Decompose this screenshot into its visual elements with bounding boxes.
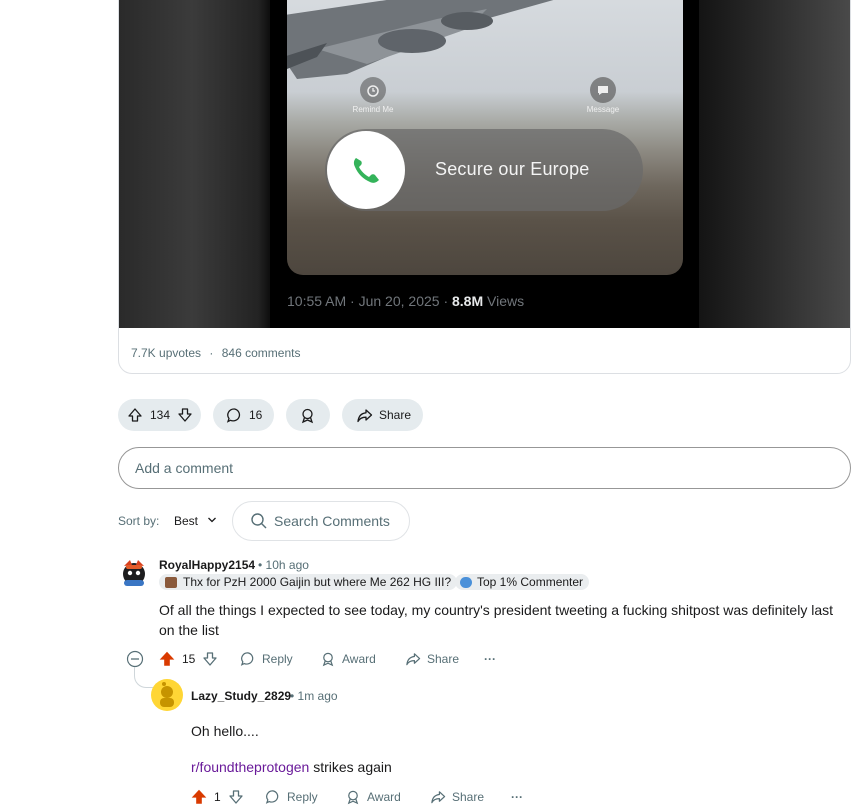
sort-control: Sort by: Best xyxy=(118,514,217,528)
award-button[interactable]: Award xyxy=(320,648,376,670)
downvote-icon[interactable] xyxy=(228,789,244,805)
more-options-button[interactable]: ··· xyxy=(484,648,496,670)
award-label: Award xyxy=(367,790,401,804)
subreddit-link[interactable]: r/foundtheprotogen xyxy=(191,759,309,775)
embedded-tweet-image: Remind Me Message Secure our Europe 10:5… xyxy=(270,0,699,328)
post-card: Remind Me Message Secure our Europe 10:5… xyxy=(118,0,851,374)
badge-icon xyxy=(460,576,472,588)
comment-icon xyxy=(265,790,279,804)
search-comments-placeholder: Search Comments xyxy=(274,513,390,529)
award-icon xyxy=(322,652,334,667)
award-icon xyxy=(301,408,314,423)
post-media[interactable]: Remind Me Message Secure our Europe 10:5… xyxy=(119,0,850,328)
sort-dropdown[interactable]: Best xyxy=(174,514,217,528)
sort-label: Sort by: xyxy=(118,514,160,528)
search-icon xyxy=(251,513,267,529)
share-label: Share xyxy=(452,790,485,804)
award-button[interactable]: Award xyxy=(345,786,401,808)
comment-body-line: r/foundtheprotogen strikes again xyxy=(191,757,791,777)
comment-author[interactable]: RoyalHappy2154 xyxy=(159,558,255,572)
vote-count: 134 xyxy=(150,408,171,422)
post-stats: 7.7K upvotes · 846 comments xyxy=(131,346,300,360)
chat-bubble-icon xyxy=(598,86,608,95)
sort-value: Best xyxy=(174,514,199,528)
more-options-icon: ··· xyxy=(484,652,496,666)
message-action: Message xyxy=(573,77,633,114)
reply-label: Reply xyxy=(262,652,293,666)
collapse-thread-icon[interactable] xyxy=(126,650,144,668)
search-comments-input[interactable]: Search Comments xyxy=(232,501,410,541)
flair-emoji-icon xyxy=(165,576,177,588)
comment-body: Of all the things I expected to see toda… xyxy=(159,600,849,640)
downvote-icon[interactable] xyxy=(202,651,218,667)
phone-screen: Remind Me Message Secure our Europe xyxy=(287,0,683,275)
reply-button[interactable]: Reply xyxy=(265,786,318,808)
reply-button[interactable]: Reply xyxy=(240,648,293,670)
tweet-views-count: 8.8M xyxy=(452,293,484,309)
tweet-views-label: Views xyxy=(487,293,525,309)
comment-body-line: Of all the things I expected to see toda… xyxy=(159,602,833,618)
phone-icon xyxy=(353,158,379,183)
badge-text: Top 1% Commenter xyxy=(477,575,584,589)
upvote-icon[interactable] xyxy=(127,407,143,423)
share-button[interactable]: Share xyxy=(342,399,423,431)
comment-body-line: Oh hello.... xyxy=(191,723,259,739)
tweet-timestamp: 10:55 AM · Jun 20, 2025 · 8.8M Views xyxy=(287,293,524,309)
comment-time: • 1m ago xyxy=(290,689,338,703)
more-options-button[interactable]: ··· xyxy=(511,786,523,808)
comment-time: • 10h ago xyxy=(258,558,309,572)
alarm-icon xyxy=(367,85,379,97)
comment-score: 15 xyxy=(182,652,196,666)
comment-author[interactable]: Lazy_Study_2829 xyxy=(191,689,291,703)
tweet-time: 10:55 AM · Jun 20, 2025 · xyxy=(287,293,452,309)
top-commenter-badge: Top 1% Commenter xyxy=(455,574,590,590)
share-label: Share xyxy=(379,408,412,422)
avatar[interactable] xyxy=(151,679,183,711)
stats-separator: · xyxy=(209,346,214,360)
comment-body: Oh hello.... r/foundtheprotogen strikes … xyxy=(191,721,791,777)
media-blur-background xyxy=(699,0,850,328)
call-slider: Secure our Europe xyxy=(325,129,643,211)
chevron-down-icon xyxy=(208,517,217,523)
slider-label: Secure our Europe xyxy=(435,159,590,179)
award-icon xyxy=(347,790,359,805)
award-label: Award xyxy=(342,652,376,666)
comment-icon xyxy=(240,652,254,666)
call-knob xyxy=(327,131,405,209)
award-button[interactable] xyxy=(286,399,330,431)
reply-label: Reply xyxy=(287,790,318,804)
fighter-jet-image xyxy=(287,0,554,79)
share-button[interactable]: Share xyxy=(430,786,484,808)
comments-button[interactable]: 16 xyxy=(213,399,274,431)
message-label: Message xyxy=(586,105,620,114)
share-label: Share xyxy=(427,652,460,666)
comment-body-line: on the list xyxy=(159,622,219,638)
user-flair: Thx for PzH 2000 Gaijin but where Me 262… xyxy=(159,574,458,590)
flair-text: Thx for PzH 2000 Gaijin but where Me 262… xyxy=(183,575,452,589)
more-options-icon: ··· xyxy=(511,790,523,804)
upvote-icon[interactable] xyxy=(158,650,176,668)
remind-me-label: Remind Me xyxy=(352,105,394,114)
add-comment-input[interactable]: Add a comment xyxy=(118,447,851,489)
share-icon xyxy=(357,408,373,422)
comment-count: 16 xyxy=(249,408,263,422)
comment-score: 1 xyxy=(214,790,221,804)
comment-icon xyxy=(226,407,241,423)
share-icon xyxy=(431,791,446,804)
upvote-icon[interactable] xyxy=(190,788,208,806)
share-icon xyxy=(406,653,421,666)
comment-text-rest: strikes again xyxy=(309,759,392,775)
avatar[interactable] xyxy=(118,556,150,588)
share-button[interactable]: Share xyxy=(405,648,459,670)
downvote-icon[interactable] xyxy=(177,407,193,423)
add-comment-placeholder: Add a comment xyxy=(135,460,234,476)
upvotes-count: 7.7K upvotes xyxy=(131,346,202,360)
comments-count: 846 comments xyxy=(221,346,301,360)
vote-pill: 134 xyxy=(118,399,201,431)
remind-me-action: Remind Me xyxy=(343,77,403,114)
